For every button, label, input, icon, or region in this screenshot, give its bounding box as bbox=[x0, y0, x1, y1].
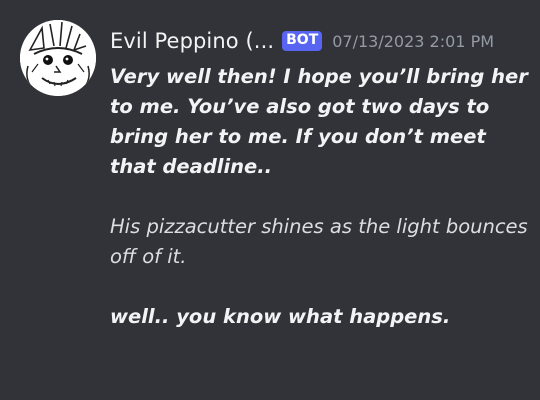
message-timestamp[interactable]: 07/13/2023 2:01 PM bbox=[332, 32, 494, 51]
bot-badge: BOT bbox=[282, 31, 323, 51]
author-name[interactable]: Evil Peppino (... bbox=[110, 29, 274, 53]
message-header: Evil Peppino (... BOT 07/13/2023 2:01 PM bbox=[110, 26, 494, 56]
message-content: Very well then! I hope you’ll bring her … bbox=[110, 62, 530, 332]
message-paragraph-narration: His pizzacutter shines as the light boun… bbox=[110, 215, 528, 268]
chat-message: Evil Peppino (... BOT 07/13/2023 2:01 PM… bbox=[0, 0, 540, 400]
evil-peppino-avatar-icon bbox=[20, 20, 96, 96]
message-paragraph-threat: well.. you know what happens. bbox=[110, 305, 451, 328]
avatar[interactable] bbox=[20, 20, 96, 96]
message-paragraph-dialogue: Very well then! I hope you’ll bring her … bbox=[110, 65, 528, 178]
